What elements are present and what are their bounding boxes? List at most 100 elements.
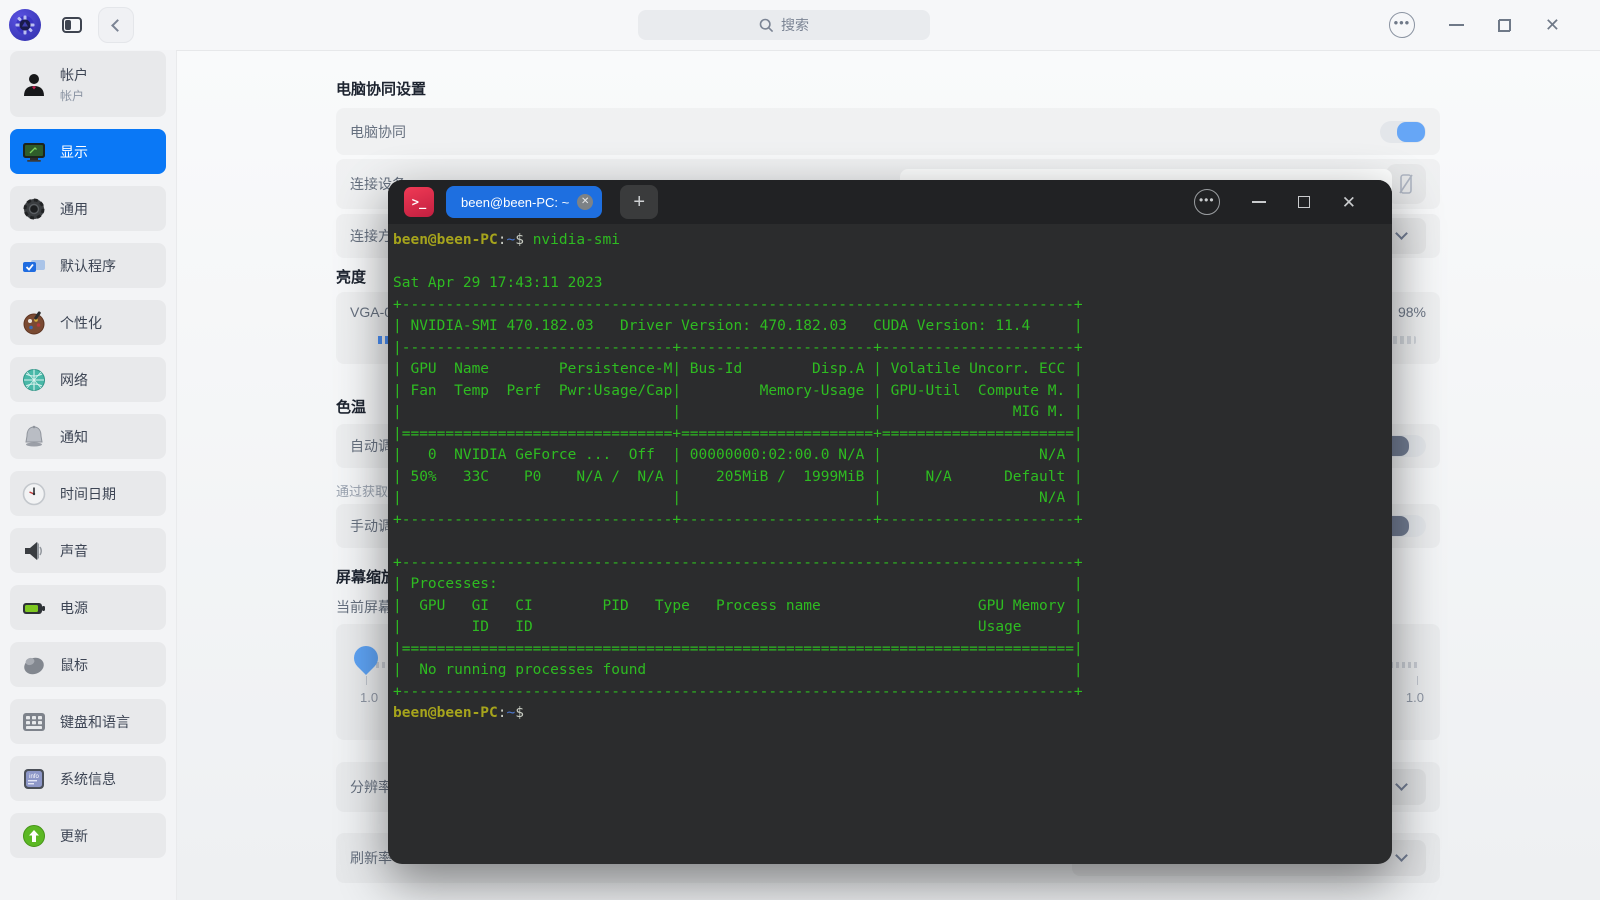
- pc-collaboration-toggle[interactable]: [1380, 120, 1426, 143]
- phone-slash-icon: [1399, 174, 1413, 194]
- prompt-line: been@been-PC:~$ nvidia-smi: [393, 232, 621, 248]
- brightness-value: 98%: [1397, 304, 1426, 320]
- clock-icon: [21, 481, 47, 507]
- keyboard-icon: [21, 709, 47, 735]
- control-center-logo-icon: [9, 9, 41, 41]
- terminal-tab-title: been@been-PC: ~: [461, 194, 570, 210]
- terminal-minimize-button[interactable]: [1251, 201, 1266, 203]
- search-input[interactable]: 搜索: [638, 10, 930, 40]
- slider-max-label: 1.0: [1405, 690, 1424, 705]
- gear-logo-glyph: [15, 15, 35, 35]
- sidebar-item-label: 默认程序: [60, 257, 116, 274]
- sidebar-item-system-info[interactable]: info 系统信息: [10, 756, 166, 801]
- sidebar-item-default-apps[interactable]: 默认程序: [10, 243, 166, 288]
- section-title-color-temp: 色温: [336, 399, 367, 416]
- sidebar-item-label: 电源: [60, 599, 88, 616]
- sidebar-item-label: 鼠标: [60, 656, 88, 673]
- sidebar-collapse-icon[interactable]: [62, 17, 82, 33]
- sidebar-item-power[interactable]: 电源: [10, 585, 166, 630]
- back-button[interactable]: [98, 7, 134, 43]
- sidebar-item-label: 显示: [60, 143, 88, 160]
- sidebar-item-label: 帐户: [60, 66, 88, 83]
- chevron-left-icon: [111, 18, 124, 32]
- row-pc-collaboration: 电脑协同: [336, 108, 1440, 155]
- terminal-app-icon: >_: [404, 187, 434, 217]
- update-icon: [21, 823, 47, 849]
- sidebar-item-notifications[interactable]: 通知: [10, 414, 166, 459]
- sidebar-item-display[interactable]: 显示: [10, 129, 166, 174]
- default-apps-icon: [21, 253, 47, 279]
- sidebar-item-label: 通知: [60, 428, 88, 445]
- sidebar-item-updates[interactable]: 更新: [10, 813, 166, 858]
- slider-min-label: 1.0: [360, 690, 379, 705]
- sidebar-item-accounts[interactable]: 帐户 帐户: [10, 51, 166, 117]
- palette-icon: [21, 310, 47, 336]
- sidebar-item-label: 通用: [60, 200, 88, 217]
- terminal-window: >_ been@been-PC: ~ ✕ + ••• ✕ been@been-P…: [388, 180, 1392, 864]
- sidebar-item-sound[interactable]: 声音: [10, 528, 166, 573]
- settings-minimize-button[interactable]: [1448, 24, 1464, 26]
- sidebar-item-keyboard[interactable]: 键盘和语言: [10, 699, 166, 744]
- auto-adjust-description: 通过获取: [336, 484, 389, 499]
- sidebar-item-label: 键盘和语言: [60, 713, 130, 730]
- row-label: 分辨率: [350, 779, 392, 795]
- sidebar-item-label: 时间日期: [60, 485, 116, 502]
- slider-tick-left: [366, 676, 367, 685]
- sidebar-item-network[interactable]: 网络: [10, 357, 166, 402]
- desktop: 搜索 ••• ✕ 帐户 帐户 显示 通用 默认程序 个性化 网络 通知 时间日期…: [0, 0, 1600, 900]
- sidebar-item-datetime[interactable]: 时间日期: [10, 471, 166, 516]
- terminal-window-controls: ••• ✕: [1193, 189, 1356, 215]
- sidebar-item-label: 个性化: [60, 314, 102, 331]
- sidebar-item-personalization[interactable]: 个性化: [10, 300, 166, 345]
- terminal-close-button[interactable]: ✕: [1342, 194, 1356, 211]
- terminal-maximize-button[interactable]: [1297, 196, 1310, 208]
- network-globe-icon: [21, 367, 47, 393]
- battery-icon: [21, 595, 47, 621]
- system-info-icon: info: [21, 766, 47, 792]
- settings-close-button[interactable]: ✕: [1545, 16, 1560, 34]
- tab-close-icon[interactable]: ✕: [577, 194, 594, 210]
- sidebar-item-label: 网络: [60, 371, 88, 388]
- nvidia-smi-output: Sat Apr 29 17:43:11 2023 +---------------…: [393, 275, 1083, 700]
- page-title: 电脑协同设置: [336, 81, 427, 98]
- prompt-line: been@been-PC:~$: [393, 705, 533, 721]
- row-label: 电脑协同: [350, 123, 406, 140]
- settings-restore-button[interactable]: [1497, 18, 1511, 32]
- sidebar-item-label: 声音: [60, 542, 88, 559]
- sidebar-item-label: 系统信息: [60, 770, 116, 787]
- general-gear-icon: [21, 196, 47, 222]
- terminal-titlebar[interactable]: >_ been@been-PC: ~ ✕ + ••• ✕: [388, 180, 1392, 224]
- sidebar-item-label: 更新: [60, 827, 88, 844]
- section-title-brightness: 亮度: [336, 269, 367, 286]
- bell-icon: [21, 424, 47, 450]
- display-icon: [21, 139, 47, 165]
- chevron-down-icon: [1395, 849, 1408, 862]
- search-placeholder: 搜索: [781, 17, 809, 33]
- settings-menu-button[interactable]: •••: [1388, 12, 1415, 38]
- sidebar-item-sublabel: 帐户: [60, 88, 85, 103]
- mouse-icon: [21, 652, 47, 678]
- settings-sidebar: 帐户 帐户 显示 通用 默认程序 个性化 网络 通知 时间日期 声音 电源 鼠标…: [0, 51, 176, 900]
- speaker-icon: [21, 538, 47, 564]
- svg-text:info: info: [29, 774, 39, 780]
- search-icon: [759, 18, 774, 32]
- chevron-down-icon: [1395, 778, 1408, 791]
- settings-titlebar: 搜索 ••• ✕: [0, 0, 1600, 50]
- current-screen-label: 当前屏幕: [336, 599, 392, 615]
- terminal-tab[interactable]: been@been-PC: ~ ✕: [446, 186, 603, 218]
- row-label: 刷新率: [350, 850, 392, 866]
- account-avatar-icon: [21, 71, 47, 97]
- sidebar-item-general[interactable]: 通用: [10, 186, 166, 231]
- terminal-output-area[interactable]: been@been-PC:~$ nvidia-smi Sat Apr 29 17…: [388, 224, 1392, 725]
- sidebar-item-mouse[interactable]: 鼠标: [10, 642, 166, 687]
- terminal-menu-button[interactable]: •••: [1193, 189, 1220, 215]
- new-tab-button[interactable]: +: [620, 185, 659, 219]
- scaling-slider-knob[interactable]: [349, 641, 383, 675]
- chevron-down-icon: [1395, 227, 1408, 240]
- command-text: nvidia-smi: [532, 232, 621, 248]
- slider-tick-right: [1417, 676, 1418, 685]
- display-output-label: VGA-0: [350, 304, 393, 320]
- settings-window-controls: ••• ✕: [1388, 0, 1560, 50]
- section-title-scaling: 屏幕缩放: [336, 569, 397, 586]
- phone-disabled-button[interactable]: [1386, 164, 1426, 204]
